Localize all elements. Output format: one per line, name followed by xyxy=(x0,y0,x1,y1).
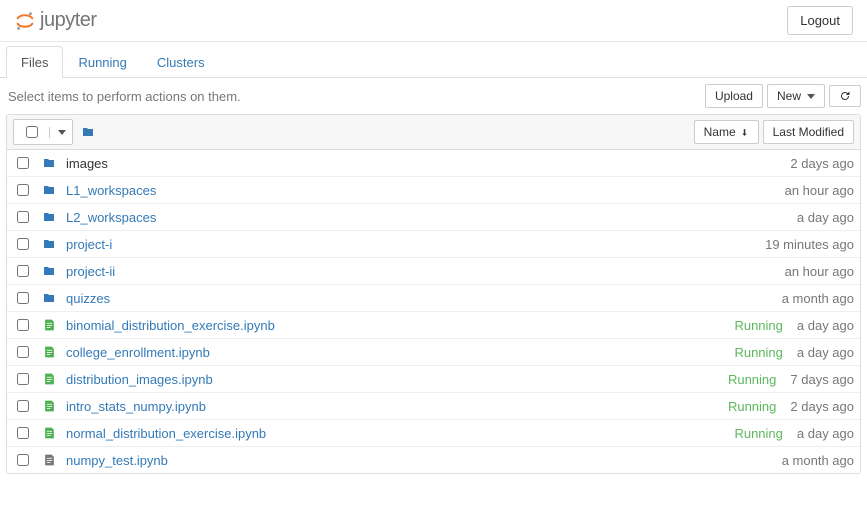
row-checkbox[interactable] xyxy=(17,238,29,250)
select-all-checkbox[interactable] xyxy=(26,126,38,138)
file-row: binomial_distribution_exercise.ipynb Runn… xyxy=(7,311,860,338)
file-row: project-ii an hour ago xyxy=(7,257,860,284)
main-tabs: Files Running Clusters xyxy=(0,46,867,78)
file-row: numpy_test.ipynb a month ago xyxy=(7,446,860,473)
notebook-icon xyxy=(42,345,56,359)
modified-time: an hour ago xyxy=(785,264,854,279)
page-header: jupyter Logout xyxy=(0,0,867,42)
folder-link[interactable]: project-ii xyxy=(66,264,115,279)
row-checkbox[interactable] xyxy=(17,184,29,196)
folder-link[interactable]: quizzes xyxy=(66,291,110,306)
row-checkbox[interactable] xyxy=(17,292,29,304)
selection-hint: Select items to perform actions on them. xyxy=(6,89,241,104)
file-row: images 2 days ago xyxy=(7,150,860,176)
caret-down-icon xyxy=(58,130,66,135)
caret-down-icon xyxy=(807,94,815,99)
select-all-dropdown[interactable] xyxy=(49,127,72,138)
notebook-link[interactable]: numpy_test.ipynb xyxy=(66,453,168,468)
modified-time: a month ago xyxy=(782,291,854,306)
modified-time: a day ago xyxy=(797,318,854,333)
modified-time: a month ago xyxy=(782,453,854,468)
sort-name-button[interactable]: Name xyxy=(694,120,759,144)
breadcrumb-root[interactable] xyxy=(81,126,95,138)
action-toolbar: Select items to perform actions on them.… xyxy=(0,78,867,114)
folder-link[interactable]: images xyxy=(66,156,108,171)
sort-name-label: Name xyxy=(704,125,736,139)
select-all-checkbox-wrap xyxy=(14,120,49,144)
file-row: distribution_images.ipynb Running 7 days a… xyxy=(7,365,860,392)
file-list-header: Name Last Modified xyxy=(7,115,860,150)
file-row: L2_workspaces a day ago xyxy=(7,203,860,230)
row-checkbox[interactable] xyxy=(17,454,29,466)
status-badge: Running xyxy=(728,372,776,387)
notebook-icon xyxy=(42,453,56,467)
status-badge: Running xyxy=(734,345,782,360)
notebook-icon xyxy=(42,372,56,386)
brand-logo[interactable]: jupyter xyxy=(14,9,97,32)
folder-link[interactable]: L1_workspaces xyxy=(66,183,156,198)
refresh-button[interactable] xyxy=(829,85,861,107)
folder-link[interactable]: L2_workspaces xyxy=(66,210,156,225)
file-row: college_enrollment.ipynb Running a day ago xyxy=(7,338,860,365)
tab-running[interactable]: Running xyxy=(63,46,141,78)
modified-time: 2 days ago xyxy=(790,156,854,171)
file-list: Name Last Modified images 2 days ago L1_wo… xyxy=(6,114,861,474)
notebook-icon xyxy=(42,426,56,440)
row-checkbox[interactable] xyxy=(17,346,29,358)
row-checkbox[interactable] xyxy=(17,427,29,439)
refresh-icon xyxy=(839,90,851,102)
status-badge: Running xyxy=(734,426,782,441)
tab-clusters[interactable]: Clusters xyxy=(142,46,220,78)
row-checkbox[interactable] xyxy=(17,211,29,223)
modified-time: a day ago xyxy=(797,426,854,441)
modified-time: 19 minutes ago xyxy=(765,237,854,252)
modified-time: 7 days ago xyxy=(790,372,854,387)
tab-files[interactable]: Files xyxy=(6,46,63,78)
arrow-down-icon xyxy=(740,128,749,137)
row-checkbox[interactable] xyxy=(17,400,29,412)
notebook-link[interactable]: intro_stats_numpy.ipynb xyxy=(66,399,206,414)
new-button[interactable]: New xyxy=(767,84,825,108)
notebook-link[interactable]: normal_distribution_exercise.ipynb xyxy=(66,426,266,441)
notebook-icon xyxy=(42,399,56,413)
modified-time: 2 days ago xyxy=(790,399,854,414)
modified-time: a day ago xyxy=(797,210,854,225)
folder-icon xyxy=(42,157,56,169)
upload-button[interactable]: Upload xyxy=(705,84,763,108)
jupyter-icon xyxy=(14,10,36,32)
folder-icon xyxy=(81,126,95,138)
folder-icon xyxy=(42,292,56,304)
modified-time: an hour ago xyxy=(785,183,854,198)
file-row: L1_workspaces an hour ago xyxy=(7,176,860,203)
row-checkbox[interactable] xyxy=(17,373,29,385)
notebook-link[interactable]: distribution_images.ipynb xyxy=(66,372,213,387)
notebook-link[interactable]: college_enrollment.ipynb xyxy=(66,345,210,360)
folder-icon xyxy=(42,184,56,196)
row-checkbox[interactable] xyxy=(17,157,29,169)
notebook-link[interactable]: binomial_distribution_exercise.ipynb xyxy=(66,318,275,333)
status-badge: Running xyxy=(734,318,782,333)
file-row: normal_distribution_exercise.ipynb Runnin… xyxy=(7,419,860,446)
logout-button[interactable]: Logout xyxy=(787,6,853,35)
file-row: project-i 19 minutes ago xyxy=(7,230,860,257)
status-badge: Running xyxy=(728,399,776,414)
file-row: quizzes a month ago xyxy=(7,284,860,311)
brand-text: jupyter xyxy=(40,9,97,32)
file-row: intro_stats_numpy.ipynb Running 2 days ago xyxy=(7,392,860,419)
sort-modified-button[interactable]: Last Modified xyxy=(763,120,854,144)
folder-link[interactable]: project-i xyxy=(66,237,112,252)
notebook-icon xyxy=(42,318,56,332)
select-all-group xyxy=(13,119,73,145)
row-checkbox[interactable] xyxy=(17,319,29,331)
folder-icon xyxy=(42,265,56,277)
folder-icon xyxy=(42,211,56,223)
file-rows: images2 days agoL1_workspacesan hour ago… xyxy=(7,150,860,473)
folder-icon xyxy=(42,238,56,250)
modified-time: a day ago xyxy=(797,345,854,360)
new-button-label: New xyxy=(777,89,801,103)
row-checkbox[interactable] xyxy=(17,265,29,277)
